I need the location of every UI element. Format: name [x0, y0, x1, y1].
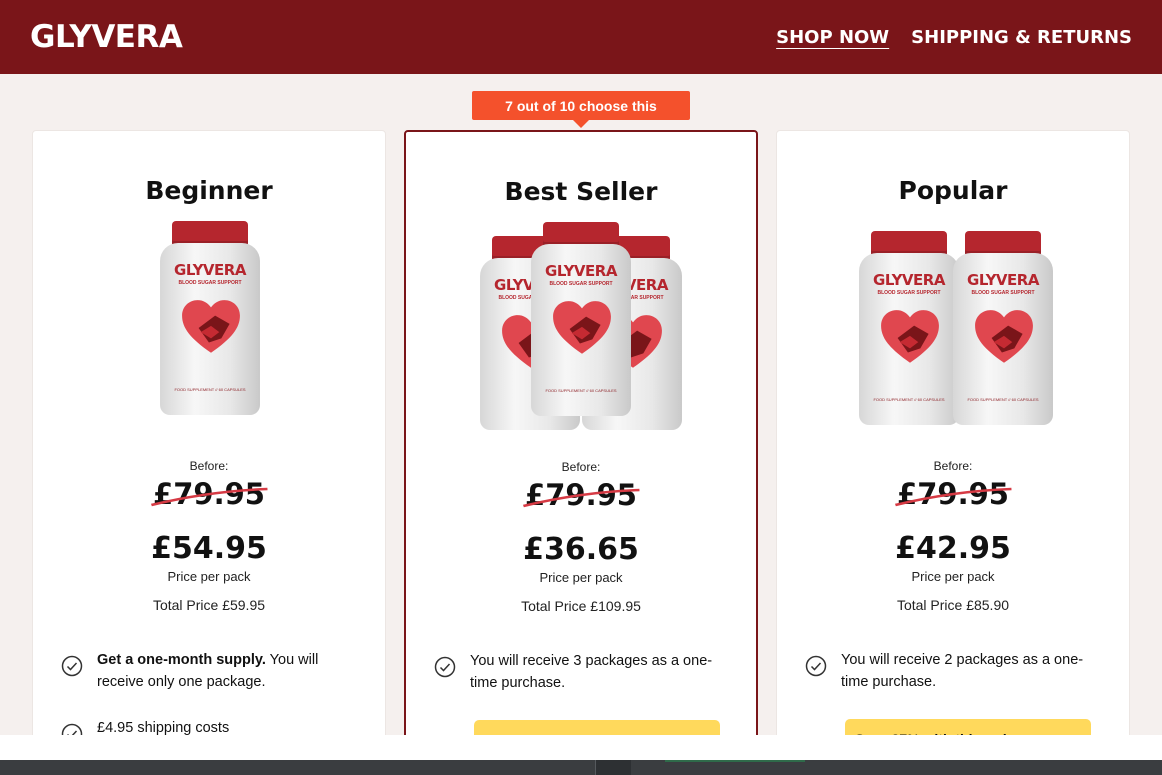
bottle-footer: FOOD SUPPLEMENT // 60 CAPSULES — [545, 388, 617, 393]
total-price: Total Price £85.90 — [896, 597, 1010, 613]
feature-item: Get a one-month supply. You will receive… — [61, 649, 361, 693]
heart-handshake-icon — [553, 301, 611, 354]
feature-text: You will receive 3 packages as a one-tim… — [470, 653, 713, 691]
check-circle-icon — [434, 656, 456, 678]
product-image: GLYVERA BLOOD SUGAR SUPPORT GLYVERA BLOO… — [406, 222, 756, 430]
feature-item: You will receive 3 packages as a one-tim… — [434, 650, 732, 694]
top-navigation-bar: GLYVERA SHOP NOW SHIPPING & RETURNS — [0, 0, 1162, 74]
bottle-subtitle: BLOOD SUGAR SUPPORT — [178, 280, 242, 286]
feature-bold-text: Get a one-month supply. — [97, 652, 266, 668]
old-price: £79.95 — [33, 477, 385, 511]
bottle-brand: GLYVERA — [545, 262, 617, 280]
before-label: Before: — [189, 459, 229, 473]
pricing-section: Beginner GLYVERA BLOOD SUGAR SUPPORT FOO… — [0, 74, 1162, 735]
popular-choice-ribbon: 7 out of 10 choose this — [472, 91, 690, 128]
heart-handshake-icon — [975, 310, 1033, 363]
system-taskbar — [0, 760, 1162, 775]
price-per-pack-label: Price per pack — [539, 570, 623, 585]
strikethrough-mark — [151, 487, 268, 507]
bottle-subtitle: BLOOD SUGAR SUPPORT — [549, 281, 613, 287]
bottle-subtitle: BLOOD SUGAR SUPPORT — [877, 290, 941, 296]
feature-text: You will receive 2 packages as a one-tim… — [841, 652, 1084, 690]
savings-badge: Save a total of 46% with this — [474, 720, 720, 735]
check-circle-icon — [61, 723, 83, 735]
total-price: Total Price £109.95 — [521, 598, 641, 614]
taskbar-divider — [595, 760, 631, 775]
product-image: GLYVERA BLOOD SUGAR SUPPORT FOOD SUPPLEM… — [777, 221, 1129, 425]
check-circle-icon — [61, 655, 83, 677]
current-price: £54.95 — [151, 531, 267, 566]
feature-text: £4.95 shipping costs — [97, 720, 230, 735]
card-title: Beginner — [145, 176, 273, 205]
main-nav: SHOP NOW SHIPPING & RETURNS — [776, 27, 1132, 48]
product-bottle: GLYVERA BLOOD SUGAR SUPPORT FOOD SUPPLEM… — [531, 222, 631, 422]
bottle-brand: GLYVERA — [174, 261, 246, 279]
price-per-pack-label: Price per pack — [167, 569, 251, 584]
brand-logo[interactable]: GLYVERA — [30, 19, 183, 55]
bottle-subtitle: BLOOD SUGAR SUPPORT — [971, 290, 1035, 296]
check-circle-icon — [805, 655, 827, 677]
page-bottom-edge — [0, 735, 1162, 760]
card-title: Best Seller — [504, 177, 658, 206]
pricing-card-popular[interactable]: Popular GLYVERA BLOOD SUGAR SUPPORT FOOD… — [776, 130, 1130, 735]
old-price: £79.95 — [777, 477, 1129, 511]
feature-item: £4.95 shipping costs — [61, 717, 361, 735]
card-title: Popular — [898, 176, 1008, 205]
feature-item: You will receive 2 packages as a one-tim… — [805, 649, 1105, 693]
savings-badge: Save 37% with this order — [845, 719, 1091, 735]
pricing-card-beginner[interactable]: Beginner GLYVERA BLOOD SUGAR SUPPORT FOO… — [32, 130, 386, 735]
bottle-footer: FOOD SUPPLEMENT // 60 CAPSULES — [873, 397, 945, 402]
product-bottle: GLYVERA BLOOD SUGAR SUPPORT FOOD SUPPLEM… — [953, 231, 1053, 431]
strikethrough-mark — [523, 488, 640, 508]
strikethrough-mark — [895, 487, 1012, 507]
current-price: £42.95 — [895, 531, 1011, 566]
before-label: Before: — [561, 460, 601, 474]
nav-shop-now[interactable]: SHOP NOW — [776, 27, 889, 48]
heart-handshake-icon — [182, 300, 240, 353]
bottle-footer: FOOD SUPPLEMENT // 60 CAPSULES — [174, 387, 246, 392]
bottle-brand: GLYVERA — [873, 271, 945, 289]
taskbar-active-indicator — [665, 760, 805, 762]
pricing-card-best-seller[interactable]: Best Seller GLYVERA BLOOD SUGAR SUPPORT … — [404, 130, 758, 735]
before-label: Before: — [933, 459, 973, 473]
bottle-brand: GLYVERA — [967, 271, 1039, 289]
total-price: Total Price £59.95 — [152, 597, 266, 613]
bottle-footer: FOOD SUPPLEMENT // 60 CAPSULES — [967, 397, 1039, 402]
product-image: GLYVERA BLOOD SUGAR SUPPORT FOOD SUPPLEM… — [33, 221, 385, 421]
nav-shipping-returns[interactable]: SHIPPING & RETURNS — [911, 27, 1132, 48]
product-bottle: GLYVERA BLOOD SUGAR SUPPORT FOOD SUPPLEM… — [160, 221, 260, 421]
price-per-pack-label: Price per pack — [911, 569, 995, 584]
product-bottle: GLYVERA BLOOD SUGAR SUPPORT FOOD SUPPLEM… — [859, 231, 959, 431]
heart-handshake-icon — [881, 310, 939, 363]
old-price: £79.95 — [406, 478, 756, 512]
current-price: £36.65 — [523, 532, 639, 567]
